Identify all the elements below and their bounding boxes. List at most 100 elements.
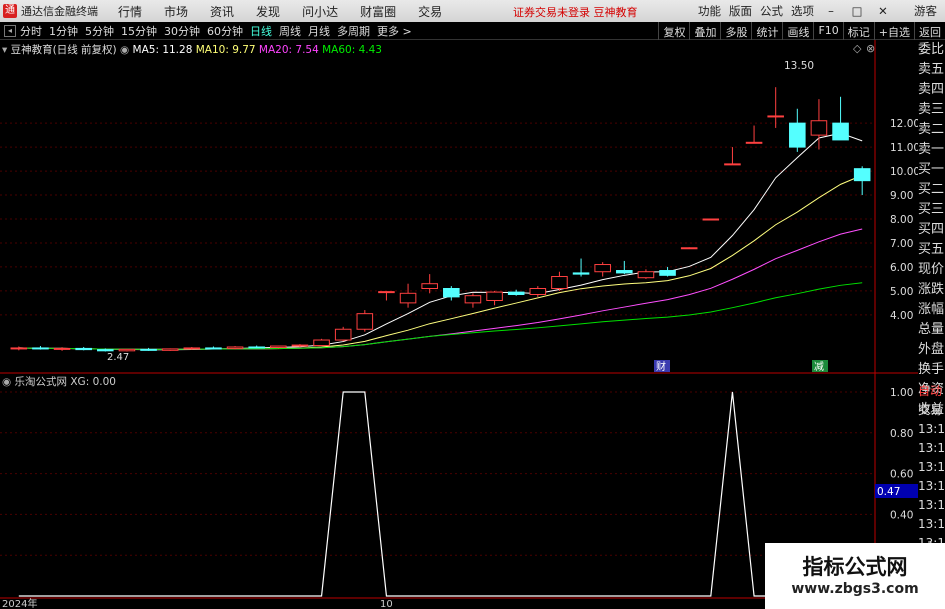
candle[interactable]: [32, 346, 49, 350]
order-book-label: 买三: [918, 202, 945, 217]
candle[interactable]: [594, 262, 611, 277]
tool-overlay[interactable]: 叠加: [689, 22, 720, 40]
candle[interactable]: [10, 346, 28, 351]
kline-chart[interactable]: 12.00 11.00 10.00 9.00 8.00 7.00 6.00 5.00 4.00 1…: [0, 40, 918, 609]
ma10-value: MA10: 9.77: [195, 44, 256, 56]
candle[interactable]: [745, 125, 763, 144]
tool-mark[interactable]: 标记: [842, 22, 874, 40]
tab-daily[interactable]: 日线: [250, 23, 272, 39]
candle[interactable]: [464, 293, 482, 308]
candle[interactable]: [183, 346, 201, 350]
tab-more[interactable]: 更多 >: [377, 23, 412, 39]
tab-15min[interactable]: 15分钟: [121, 23, 157, 39]
tab-5min[interactable]: 5分钟: [85, 23, 114, 39]
menu-news[interactable]: 资讯: [210, 5, 234, 19]
ma5-value: MA5: 11.28: [132, 44, 193, 56]
xg-signal-line: [18, 391, 863, 597]
candle-body: [140, 348, 157, 351]
tab-1min[interactable]: 1分钟: [49, 23, 78, 39]
sub-side-item: 13:13: [918, 498, 945, 512]
candle-body: [183, 347, 201, 350]
menu-discover[interactable]: 发现: [256, 5, 280, 19]
candle[interactable]: [313, 338, 330, 347]
candle[interactable]: [616, 260, 633, 275]
tab-30min[interactable]: 30分钟: [164, 23, 200, 39]
candle[interactable]: [334, 326, 352, 342]
candle[interactable]: [53, 347, 71, 351]
legend-toggle-icon[interactable]: ◉: [120, 44, 129, 56]
tab-multi-period[interactable]: 多周期: [337, 23, 370, 39]
trade-status-link[interactable]: 证券交易未登录 豆神教育: [513, 4, 638, 20]
sidebar-toggle-icon[interactable]: ◂: [4, 24, 16, 37]
candle[interactable]: [680, 247, 698, 250]
period-toolbar: ◂ 分时 1分钟 5分钟 15分钟 30分钟 60分钟 日线 周线 月线 多周期…: [0, 22, 945, 40]
tool-draw-line[interactable]: 画线: [782, 22, 813, 40]
candle[interactable]: [443, 286, 460, 301]
maximize-icon[interactable]: □: [848, 4, 866, 18]
menu-market[interactable]: 市场: [164, 5, 188, 19]
menu-quotes[interactable]: 行情: [118, 5, 142, 19]
tab-monthly[interactable]: 月线: [308, 23, 330, 39]
watermark: 指标公式网 www.zbgs3.com: [765, 543, 945, 609]
close-pane-icon[interactable]: ⊗: [866, 42, 875, 55]
menu-options[interactable]: 选项: [791, 3, 814, 19]
candle[interactable]: [378, 291, 395, 301]
menu-formula[interactable]: 公式: [760, 3, 783, 19]
watermark-url: www.zbgs3.com: [791, 581, 919, 597]
candle[interactable]: [637, 269, 655, 279]
candle-body: [745, 141, 763, 144]
tool-f10[interactable]: F10: [813, 22, 842, 40]
minimize-icon[interactable]: –: [822, 4, 840, 18]
tool-back[interactable]: 返回: [914, 22, 945, 40]
date-label-month: 10: [380, 599, 393, 609]
tool-restore-rights[interactable]: 复权: [658, 22, 689, 40]
candle[interactable]: [832, 96, 849, 141]
candle[interactable]: [551, 271, 568, 291]
diamond-icon[interactable]: ◇: [853, 42, 862, 55]
candle[interactable]: [529, 286, 547, 297]
sub-side-item: 13:13: [918, 479, 945, 493]
tool-statistics[interactable]: 统计: [751, 22, 782, 40]
candle[interactable]: [248, 345, 265, 349]
candle[interactable]: [356, 310, 374, 332]
sub-side-item[interactable]: 交易: [918, 401, 945, 420]
tab-60min[interactable]: 60分钟: [207, 23, 243, 39]
candle[interactable]: [724, 147, 741, 166]
tool-multi-stock[interactable]: 多股: [720, 22, 751, 40]
candle[interactable]: [399, 283, 417, 308]
candle[interactable]: [659, 266, 676, 277]
candle-body: [356, 313, 374, 330]
legend-collapse-icon[interactable]: ▾: [2, 44, 7, 56]
sub-side-item[interactable]: 自动: [918, 382, 945, 401]
menu-ask[interactable]: 问小达: [302, 5, 338, 19]
candle[interactable]: [486, 290, 503, 306]
tool-add-watchlist[interactable]: +自选: [873, 22, 914, 40]
close-icon[interactable]: ✕: [874, 4, 892, 18]
menu-trade[interactable]: 交易: [418, 5, 442, 19]
menu-function[interactable]: 功能: [698, 3, 721, 19]
guest-login[interactable]: 游客: [914, 3, 937, 19]
candle[interactable]: [853, 166, 871, 196]
candle[interactable]: [789, 108, 806, 152]
candle-body: [291, 344, 309, 347]
sub-legend-toggle-icon[interactable]: ◉: [2, 376, 11, 388]
order-book-label: 涨幅: [918, 302, 945, 317]
candle-body: [205, 347, 222, 350]
candle[interactable]: [161, 348, 179, 351]
price-axis-label: 10.00: [890, 166, 918, 178]
tab-weekly[interactable]: 周线: [279, 23, 301, 39]
candle[interactable]: [226, 346, 244, 350]
candle[interactable]: [140, 347, 157, 351]
price-axis-label: 8.00: [890, 214, 913, 226]
candle[interactable]: [205, 346, 222, 350]
candle[interactable]: [572, 258, 590, 277]
tab-timeshare[interactable]: 分时: [20, 23, 42, 39]
menu-wealth[interactable]: 财富圈: [360, 5, 396, 19]
candle[interactable]: [702, 218, 720, 221]
candle-body: [767, 115, 784, 118]
menu-layout[interactable]: 版面: [729, 3, 752, 19]
candle[interactable]: [75, 346, 92, 351]
candle[interactable]: [291, 344, 309, 347]
candle[interactable]: [767, 87, 784, 128]
candle[interactable]: [810, 99, 828, 150]
